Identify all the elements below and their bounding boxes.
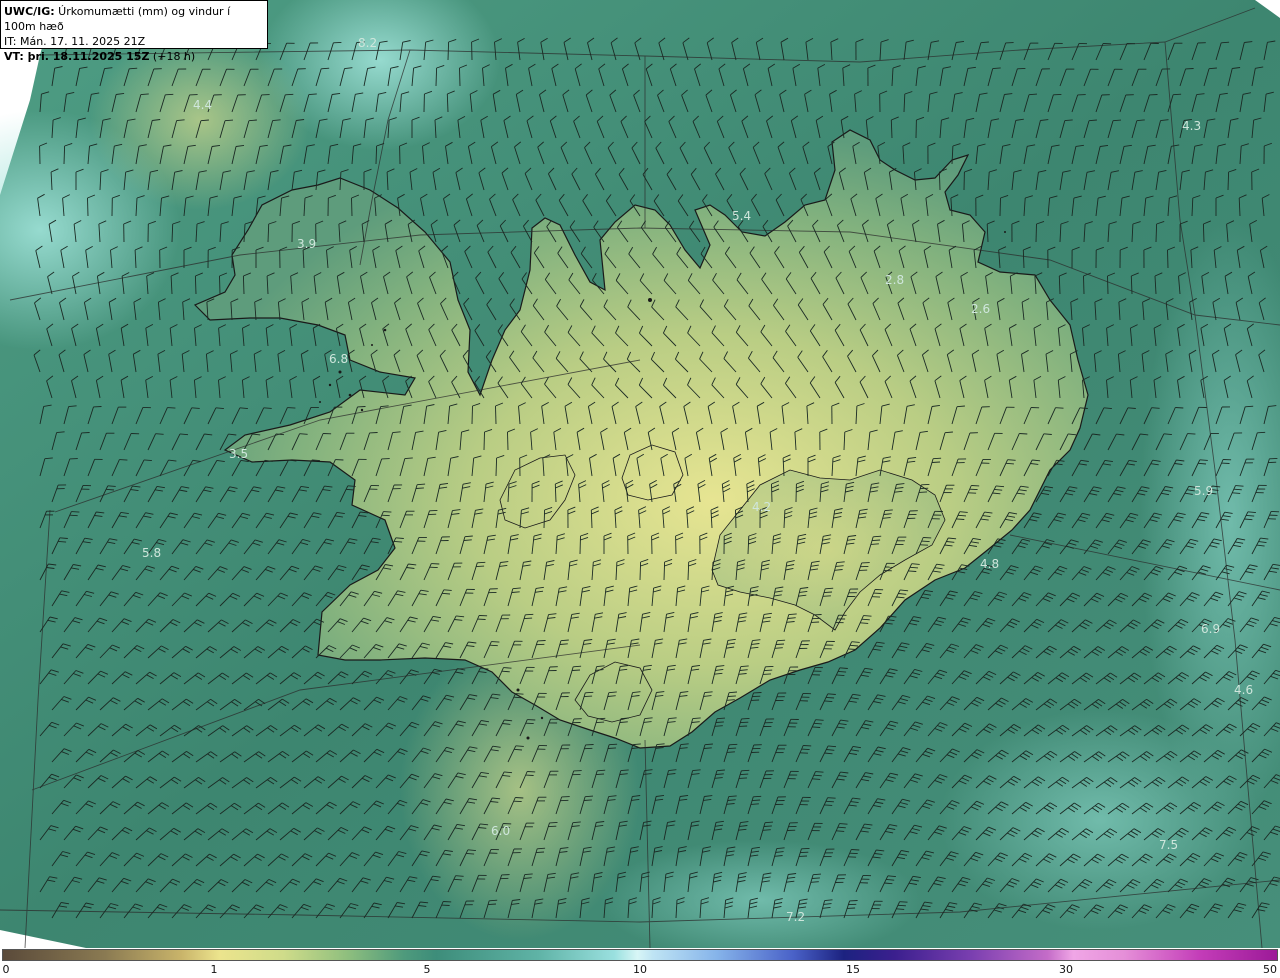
header-line-1: UWC/IG: Úrkomumætti (mm) og vindur í 100… — [4, 4, 264, 34]
colorbar-tick: 1 — [210, 963, 218, 976]
precip-value: 5.9 — [1194, 484, 1214, 498]
precip-value: 7.5 — [1159, 838, 1179, 852]
colorbar-tick: 0 — [2, 963, 10, 976]
precip-value: 4.8 — [980, 557, 1000, 571]
colorbar-tick: 10 — [633, 963, 647, 976]
precip-value: 6.9 — [1201, 622, 1221, 636]
colorbar-tick: 15 — [846, 963, 860, 976]
precip-value: 3.5 — [229, 447, 249, 461]
precip-value: 6.8 — [329, 352, 349, 366]
map-header: UWC/IG: Úrkomumætti (mm) og vindur í 100… — [0, 0, 268, 63]
precip-value: 4.3 — [1182, 119, 1202, 133]
precip-value: 4.2 — [752, 500, 772, 514]
colorbar-tick: 50 — [1263, 963, 1277, 976]
header-product-code: UWC/IG: — [4, 5, 55, 18]
colorbar-strip — [2, 949, 1278, 961]
precip-value: 5.4 — [732, 209, 752, 223]
precip-value: 8.2 — [358, 36, 378, 50]
colorbar-tick: 5 — [423, 963, 431, 976]
map-canvas — [0, 0, 1280, 948]
colorbar-tick: 30 — [1059, 963, 1073, 976]
colorbar: 0 1 5 10 15 30 50 — [0, 948, 1280, 978]
precip-value: 5.8 — [142, 546, 162, 560]
precip-value: 4.4 — [193, 98, 213, 112]
precip-value: 6.0 — [491, 824, 511, 838]
header-valid-time: VT: þri. 18.11.2025 15Z — [4, 50, 150, 63]
precip-value: 2.8 — [885, 273, 905, 287]
map-area: 8.2 4.4 4.3 5.4 3.9 2.8 2.6 6.8 3.5 5.9 … — [0, 0, 1280, 948]
precip-value: 2.6 — [971, 302, 991, 316]
header-line-3: VT: þri. 18.11.2025 15Z (+18 h) — [4, 49, 264, 64]
precip-value: 7.2 — [786, 910, 806, 924]
precip-patch — [940, 710, 1260, 930]
precip-value: 4.6 — [1234, 683, 1254, 697]
precip-value: 3.9 — [297, 237, 317, 251]
header-line-2: IT: Mán. 17. 11. 2025 21Z — [4, 35, 146, 48]
header-lead-time: (+18 h) — [149, 50, 196, 63]
